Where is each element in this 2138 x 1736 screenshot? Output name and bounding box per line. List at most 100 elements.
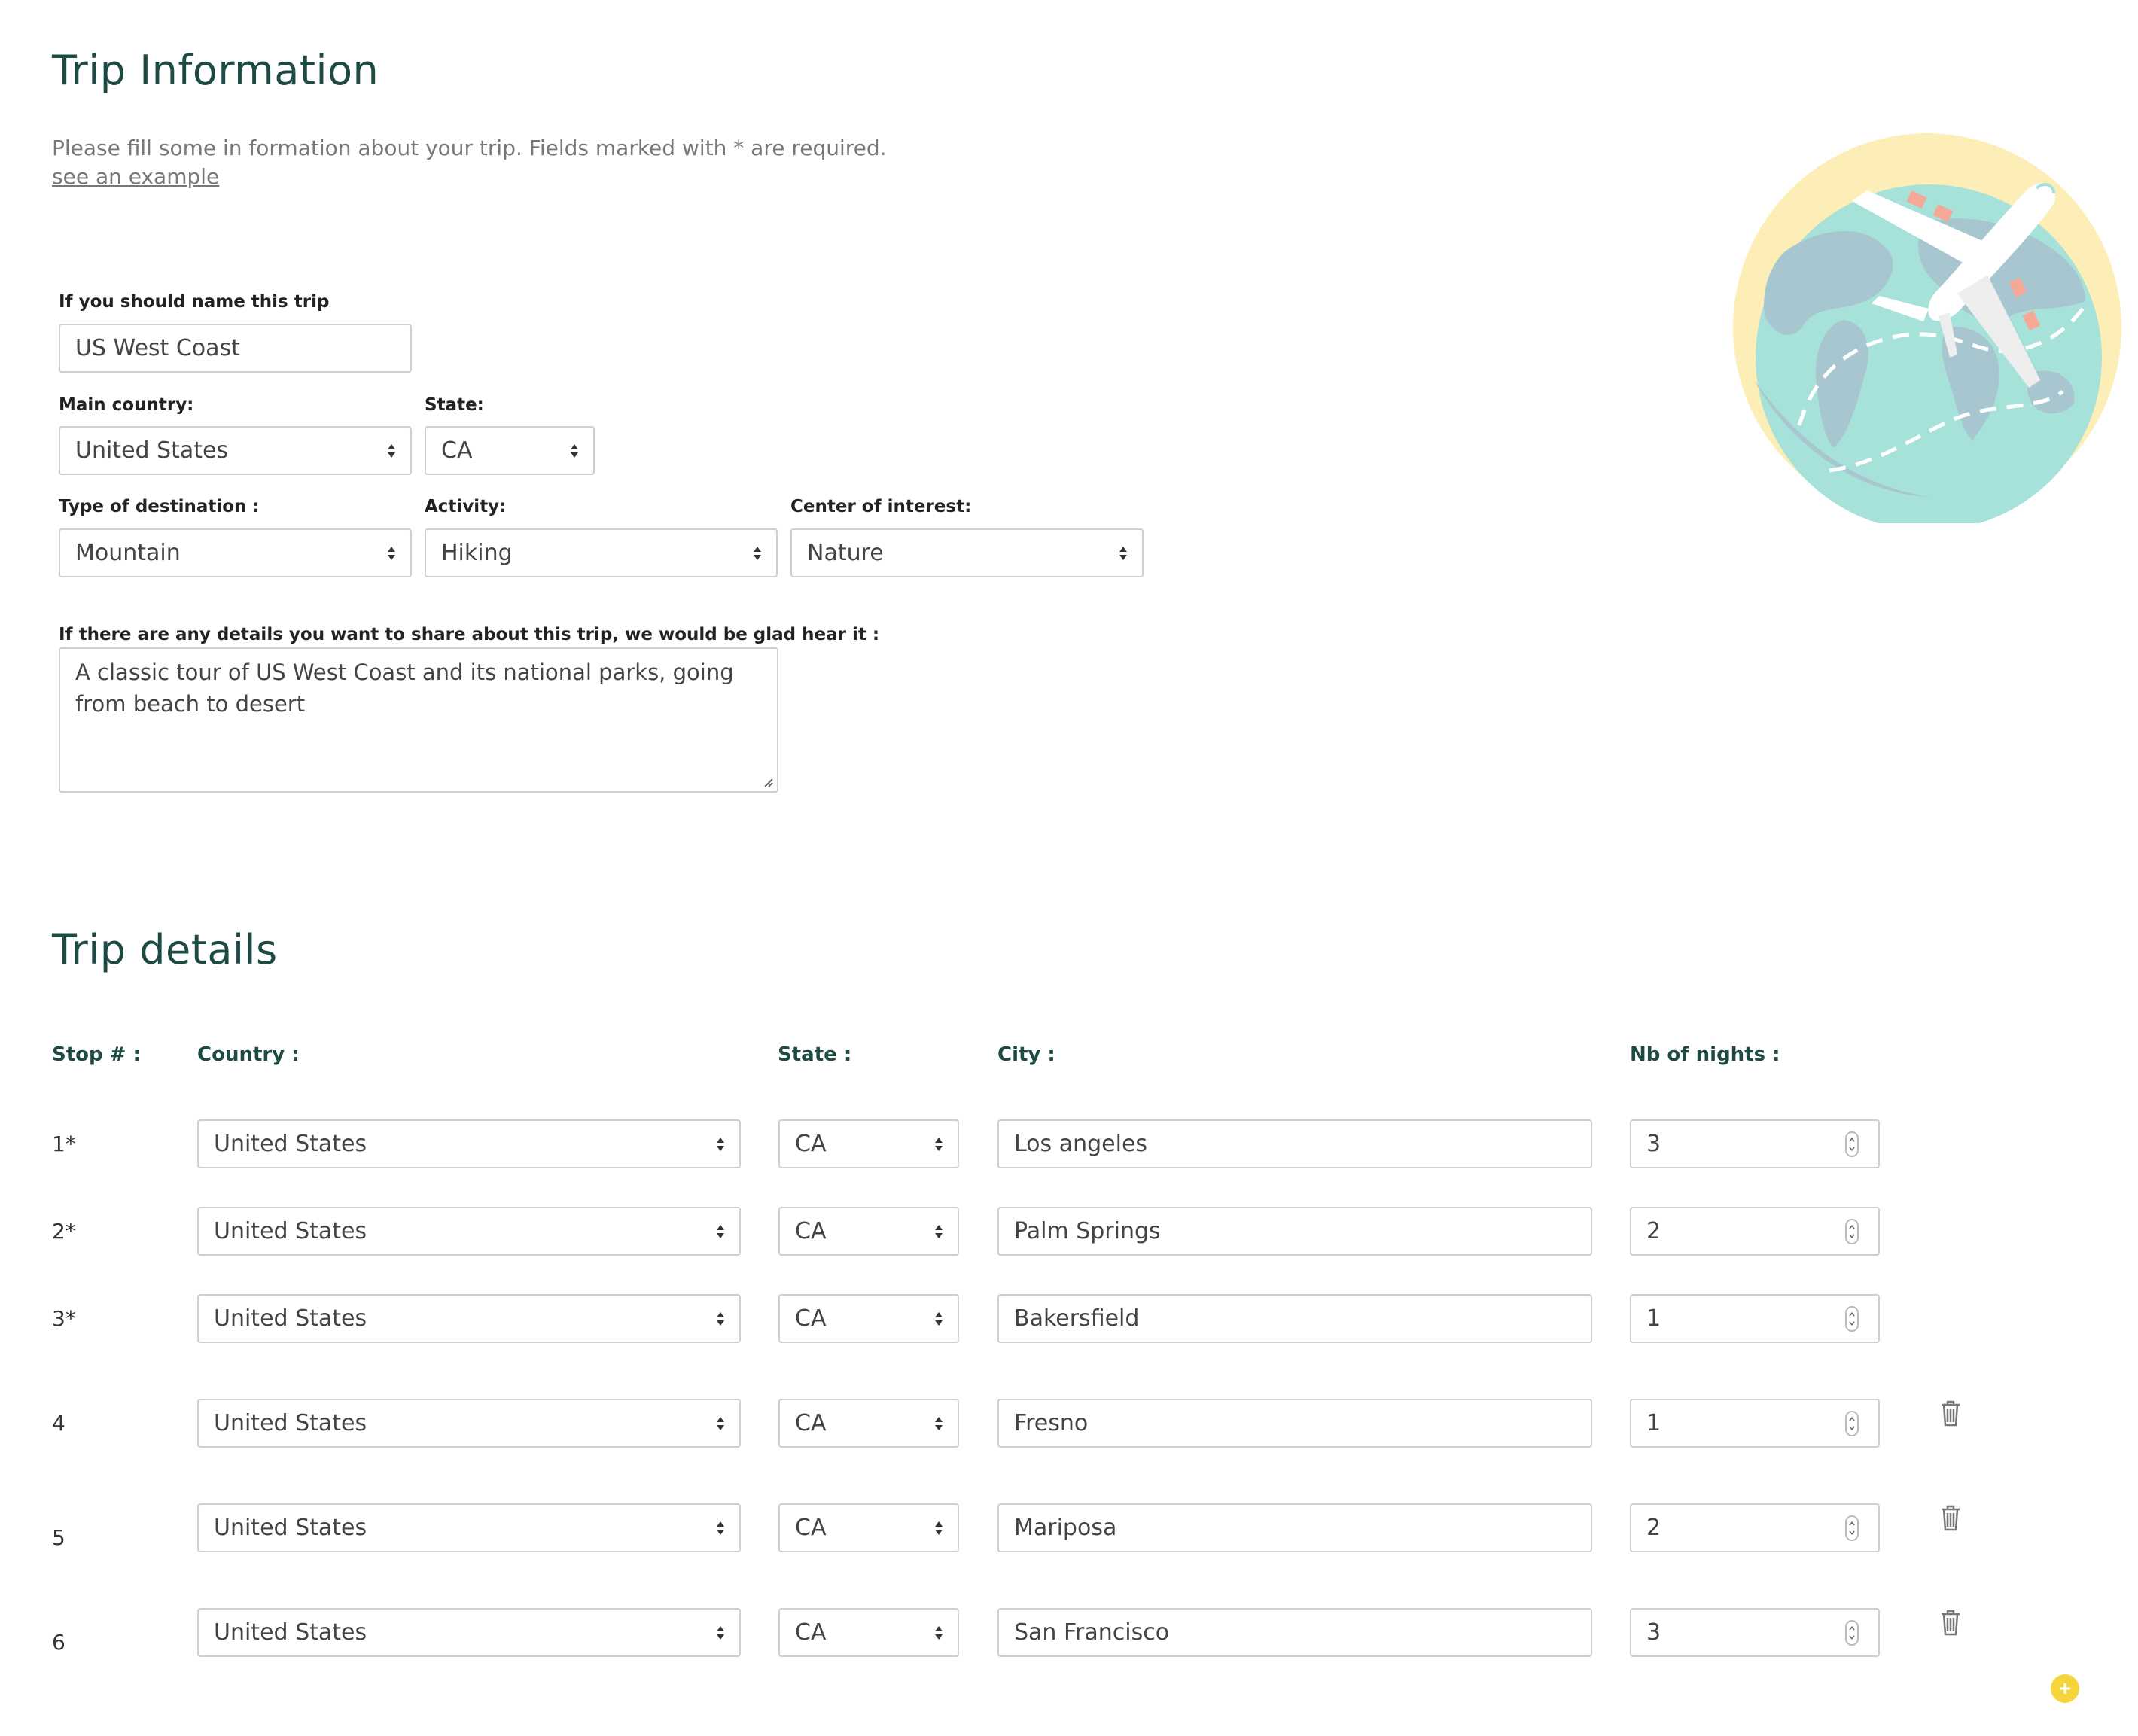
state-column-header: State : xyxy=(778,1043,852,1066)
stop-city-input[interactable]: Palm Springs xyxy=(997,1207,1592,1256)
stop-country-value: United States xyxy=(214,1131,367,1157)
updown-arrows-icon xyxy=(717,1416,724,1430)
stop-nights-input[interactable]: 3 xyxy=(1630,1119,1880,1168)
stop-country-select[interactable]: United States xyxy=(197,1294,741,1343)
city-column-header: City : xyxy=(997,1043,1055,1066)
country-column-header: Country : xyxy=(197,1043,300,1066)
updown-arrows-icon xyxy=(717,1625,724,1640)
details-textarea[interactable]: A classic tour of US West Coast and its … xyxy=(59,647,778,793)
stop-nights-value: 3 xyxy=(1646,1131,1661,1157)
stop-country-select[interactable]: United States xyxy=(197,1608,741,1657)
stop-state-value: CA xyxy=(795,1410,827,1436)
trash-icon[interactable] xyxy=(1939,1399,1962,1427)
destination-value: Mountain xyxy=(75,540,181,566)
stop-state-value: CA xyxy=(795,1619,827,1646)
trash-icon[interactable] xyxy=(1939,1608,1962,1637)
updown-arrows-icon xyxy=(935,1416,943,1430)
intro-text: Please fill some in formation about your… xyxy=(52,136,887,160)
stop-nights-value: 2 xyxy=(1646,1515,1661,1541)
stop-city-input[interactable]: Los angeles xyxy=(997,1119,1592,1168)
stop-number: 2* xyxy=(52,1219,76,1244)
trip-name-label: If you should name this trip xyxy=(59,292,330,312)
updown-arrows-icon xyxy=(388,443,395,458)
updown-arrows-icon xyxy=(717,1224,724,1238)
main-country-select[interactable]: United States xyxy=(59,426,412,475)
stop-country-value: United States xyxy=(214,1218,367,1244)
see-example-link[interactable]: see an example xyxy=(52,164,219,189)
stop-state-select[interactable]: CA xyxy=(778,1294,959,1343)
globe-airplane-illustration xyxy=(1733,133,2121,523)
stop-city-input[interactable]: San Francisco xyxy=(997,1608,1592,1657)
stop-country-select[interactable]: United States xyxy=(197,1119,741,1168)
number-spinner-icon[interactable] xyxy=(1845,1410,1859,1436)
updown-arrows-icon xyxy=(935,1625,943,1640)
stop-state-select[interactable]: CA xyxy=(778,1207,959,1256)
updown-arrows-icon xyxy=(717,1311,724,1326)
updown-arrows-icon xyxy=(388,546,395,560)
destination-select[interactable]: Mountain xyxy=(59,528,412,577)
trash-icon[interactable] xyxy=(1939,1503,1962,1532)
main-country-value: United States xyxy=(75,437,229,464)
updown-arrows-icon xyxy=(754,546,761,560)
stop-column-header: Stop # : xyxy=(52,1043,141,1066)
updown-arrows-icon xyxy=(571,443,578,458)
stop-number: 4 xyxy=(52,1411,65,1436)
stop-nights-value: 1 xyxy=(1646,1410,1661,1436)
stop-country-select[interactable]: United States xyxy=(197,1399,741,1448)
interest-value: Nature xyxy=(807,540,884,566)
state-select[interactable]: CA xyxy=(425,426,595,475)
plus-circle-icon xyxy=(2060,1683,2070,1694)
stop-state-select[interactable]: CA xyxy=(778,1399,959,1448)
resize-handle-icon[interactable] xyxy=(762,776,774,788)
stop-state-value: CA xyxy=(795,1218,827,1244)
stop-country-select[interactable]: United States xyxy=(197,1503,741,1552)
details-value: A classic tour of US West Coast and its … xyxy=(75,659,734,717)
nights-column-header: Nb of nights : xyxy=(1630,1043,1780,1066)
stop-nights-input[interactable]: 2 xyxy=(1630,1503,1880,1552)
stop-nights-input[interactable]: 2 xyxy=(1630,1207,1880,1256)
stop-country-value: United States xyxy=(214,1619,367,1646)
state-label: State: xyxy=(425,395,484,415)
updown-arrows-icon xyxy=(1119,546,1127,560)
updown-arrows-icon xyxy=(935,1137,943,1151)
updown-arrows-icon xyxy=(935,1224,943,1238)
stop-city-input[interactable]: Mariposa xyxy=(997,1503,1592,1552)
stop-state-select[interactable]: CA xyxy=(778,1503,959,1552)
stop-number: 3* xyxy=(52,1306,76,1331)
stop-country-value: United States xyxy=(214,1305,367,1332)
stop-city-input[interactable]: Fresno xyxy=(997,1399,1592,1448)
state-value: CA xyxy=(441,437,473,464)
main-country-label: Main country: xyxy=(59,395,194,415)
stop-city-input[interactable]: Bakersfield xyxy=(997,1294,1592,1343)
number-spinner-icon[interactable] xyxy=(1845,1515,1859,1541)
stop-state-value: CA xyxy=(795,1305,827,1332)
updown-arrows-icon xyxy=(717,1521,724,1535)
stop-nights-value: 3 xyxy=(1646,1619,1661,1646)
stop-state-value: CA xyxy=(795,1131,827,1157)
number-spinner-icon[interactable] xyxy=(1845,1619,1859,1646)
details-label: If there are any details you want to sha… xyxy=(59,625,880,644)
activity-value: Hiking xyxy=(441,540,513,566)
stop-nights-input[interactable]: 3 xyxy=(1630,1608,1880,1657)
stop-number: 1* xyxy=(52,1131,76,1156)
interest-label: Center of interest: xyxy=(790,497,972,516)
stop-state-select[interactable]: CA xyxy=(778,1119,959,1168)
destination-label: Type of destination : xyxy=(59,497,260,516)
stop-country-value: United States xyxy=(214,1515,367,1541)
number-spinner-icon[interactable] xyxy=(1845,1218,1859,1244)
stop-country-value: United States xyxy=(214,1410,367,1436)
updown-arrows-icon xyxy=(935,1521,943,1535)
number-spinner-icon[interactable] xyxy=(1845,1131,1859,1157)
stop-state-select[interactable]: CA xyxy=(778,1608,959,1657)
stop-nights-input[interactable]: 1 xyxy=(1630,1399,1880,1448)
stop-country-select[interactable]: United States xyxy=(197,1207,741,1256)
stop-nights-input[interactable]: 1 xyxy=(1630,1294,1880,1343)
activity-select[interactable]: Hiking xyxy=(425,528,778,577)
trip-info-title: Trip Information xyxy=(52,47,379,94)
interest-select[interactable]: Nature xyxy=(790,528,1144,577)
trip-name-input[interactable]: US West Coast xyxy=(59,324,412,373)
stop-nights-value: 1 xyxy=(1646,1305,1661,1332)
number-spinner-icon[interactable] xyxy=(1845,1305,1859,1332)
stop-number: 5 xyxy=(52,1525,65,1550)
add-stop-button[interactable] xyxy=(2051,1674,2079,1703)
